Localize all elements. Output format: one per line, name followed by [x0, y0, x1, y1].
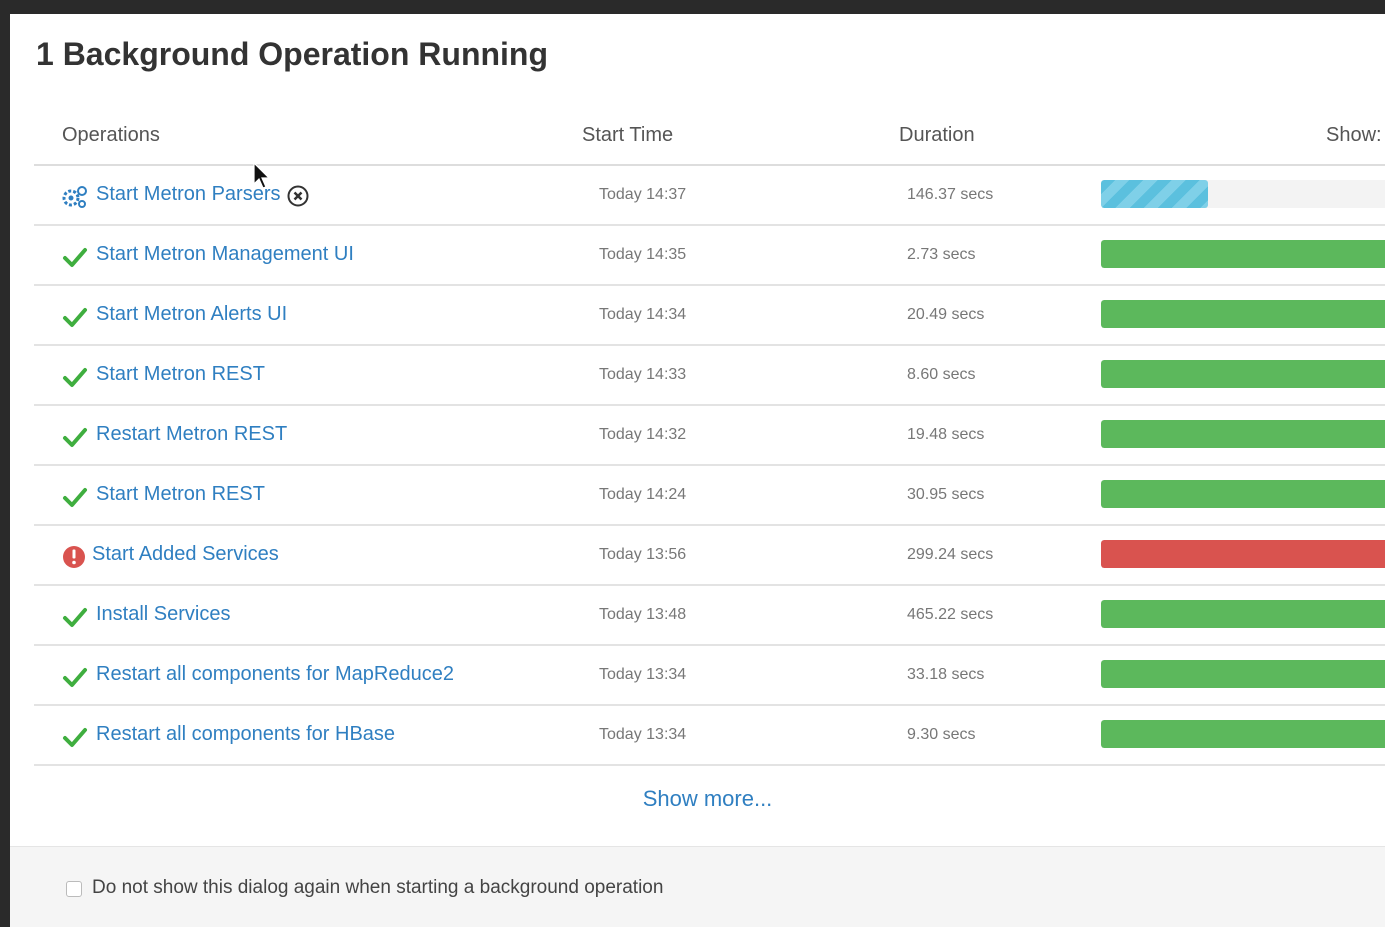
- operation-name-link[interactable]: Restart Metron REST: [96, 423, 287, 446]
- progress-bar-fill: [1101, 480, 1385, 508]
- progress-bar: [1101, 540, 1385, 568]
- gears-icon: [62, 186, 87, 208]
- operation-start-time: Today 14:37: [599, 186, 687, 203]
- operation-row: Restart all components for HBase Today 13…: [34, 706, 1385, 766]
- checkmark-icon: [63, 248, 87, 267]
- checkmark-icon: [63, 368, 87, 387]
- operation-name-link[interactable]: Start Metron REST: [96, 363, 265, 386]
- operation-name-link[interactable]: Start Metron Alerts UI: [96, 303, 287, 326]
- operation-start-time: Today 13:48: [599, 606, 687, 623]
- operation-row: Start Added Services Today 13:56 299.24 se…: [34, 526, 1385, 586]
- operation-start-time: Today 14:24: [599, 486, 687, 503]
- progress-bar-fill: [1101, 660, 1385, 688]
- operation-name-link[interactable]: Install Services: [96, 603, 231, 626]
- operation-name-link[interactable]: Start Metron Management UI: [96, 243, 354, 266]
- dialog-footer: Do not show this dialog again when start…: [10, 846, 1385, 927]
- header-show-filter[interactable]: Show:: [1326, 124, 1382, 147]
- operation-start-time: Today 13:34: [599, 666, 687, 683]
- progress-bar-fill: [1101, 720, 1385, 748]
- operation-name-link[interactable]: Start Added Services: [92, 543, 279, 566]
- operation-duration: 9.30 secs: [907, 726, 976, 743]
- operation-start-time: Today 14:35: [599, 246, 687, 263]
- error-icon: [63, 546, 85, 568]
- progress-bar: [1101, 600, 1385, 628]
- header-operations: Operations: [62, 124, 160, 146]
- operation-name-link[interactable]: Restart all components for HBase: [96, 723, 395, 746]
- dont-show-again-checkbox[interactable]: [66, 881, 82, 897]
- progress-bar: [1101, 180, 1385, 208]
- operation-start-time: Today 14:32: [599, 426, 687, 443]
- show-more-label[interactable]: Show more...: [643, 786, 773, 811]
- operation-duration: 30.95 secs: [907, 486, 985, 503]
- progress-bar: [1101, 720, 1385, 748]
- header-duration: Duration: [899, 124, 975, 146]
- checkmark-icon: [63, 308, 87, 327]
- progress-bar: [1101, 300, 1385, 328]
- operation-name-link[interactable]: Start Metron REST: [96, 483, 265, 506]
- background-operations-dialog: 1 Background Operation Running Operation…: [10, 14, 1385, 927]
- operation-duration: 8.60 secs: [907, 366, 976, 383]
- operation-start-time: Today 13:34: [599, 726, 687, 743]
- operation-duration: 299.24 secs: [907, 546, 994, 563]
- progress-bar-fill: [1101, 420, 1385, 448]
- checkmark-icon: [63, 428, 87, 447]
- operation-row: Restart Metron REST Today 14:32 19.48 secs: [34, 406, 1385, 466]
- mouse-cursor-icon: [253, 162, 271, 189]
- operation-duration: 19.48 secs: [907, 426, 985, 443]
- operation-row: Start Metron REST Today 14:33 8.60 secs: [34, 346, 1385, 406]
- checkmark-icon: [63, 608, 87, 627]
- operation-row: Start Metron Management UI Today 14:35 2.7…: [34, 226, 1385, 286]
- progress-bar: [1101, 660, 1385, 688]
- progress-bar: [1101, 420, 1385, 448]
- operation-duration: 465.22 secs: [907, 606, 994, 623]
- checkmark-icon: [63, 728, 87, 747]
- progress-bar-fill: [1101, 600, 1385, 628]
- operation-duration: 146.37 secs: [907, 186, 994, 203]
- progress-bar-fill: [1101, 240, 1385, 268]
- operation-name-link[interactable]: Restart all components for MapReduce2: [96, 663, 454, 686]
- operation-start-time: Today 14:33: [599, 366, 687, 383]
- show-more-link[interactable]: Show more...: [10, 786, 1361, 812]
- dont-show-again-label[interactable]: Do not show this dialog again when start…: [92, 877, 663, 899]
- operations-list: Start Metron Parsers Today 14:37 146.37 se…: [34, 166, 1385, 766]
- dialog-title: 1 Background Operation Running: [36, 36, 549, 72]
- progress-bar: [1101, 360, 1385, 388]
- operation-row: Restart all components for MapReduce2 Tod…: [34, 646, 1385, 706]
- operation-duration: 2.73 secs: [907, 246, 976, 263]
- operation-row: Install Services Today 13:48 465.22 secs: [34, 586, 1385, 646]
- table-header: Operations Start Time Duration Show:: [34, 100, 1385, 166]
- operation-row: Start Metron Alerts UI Today 14:34 20.49 s…: [34, 286, 1385, 346]
- operation-row: Start Metron REST Today 14:24 30.95 secs: [34, 466, 1385, 526]
- progress-bar-fill: [1101, 300, 1385, 328]
- operation-start-time: Today 14:34: [599, 306, 687, 323]
- header-start-time: Start Time: [582, 124, 674, 146]
- operation-duration: 20.49 secs: [907, 306, 985, 323]
- operation-row: Start Metron Parsers Today 14:37 146.37 se…: [34, 166, 1385, 226]
- checkmark-icon: [63, 668, 87, 687]
- progress-bar-fill: [1101, 360, 1385, 388]
- operation-duration: 33.18 secs: [907, 666, 985, 683]
- progress-bar: [1101, 240, 1385, 268]
- progress-bar-fill: [1101, 180, 1209, 208]
- operation-start-time: Today 13:56: [599, 546, 687, 563]
- checkmark-icon: [63, 488, 87, 507]
- progress-bar-fill: [1101, 540, 1385, 568]
- cancel-operation-icon[interactable]: [287, 185, 309, 207]
- progress-bar: [1101, 480, 1385, 508]
